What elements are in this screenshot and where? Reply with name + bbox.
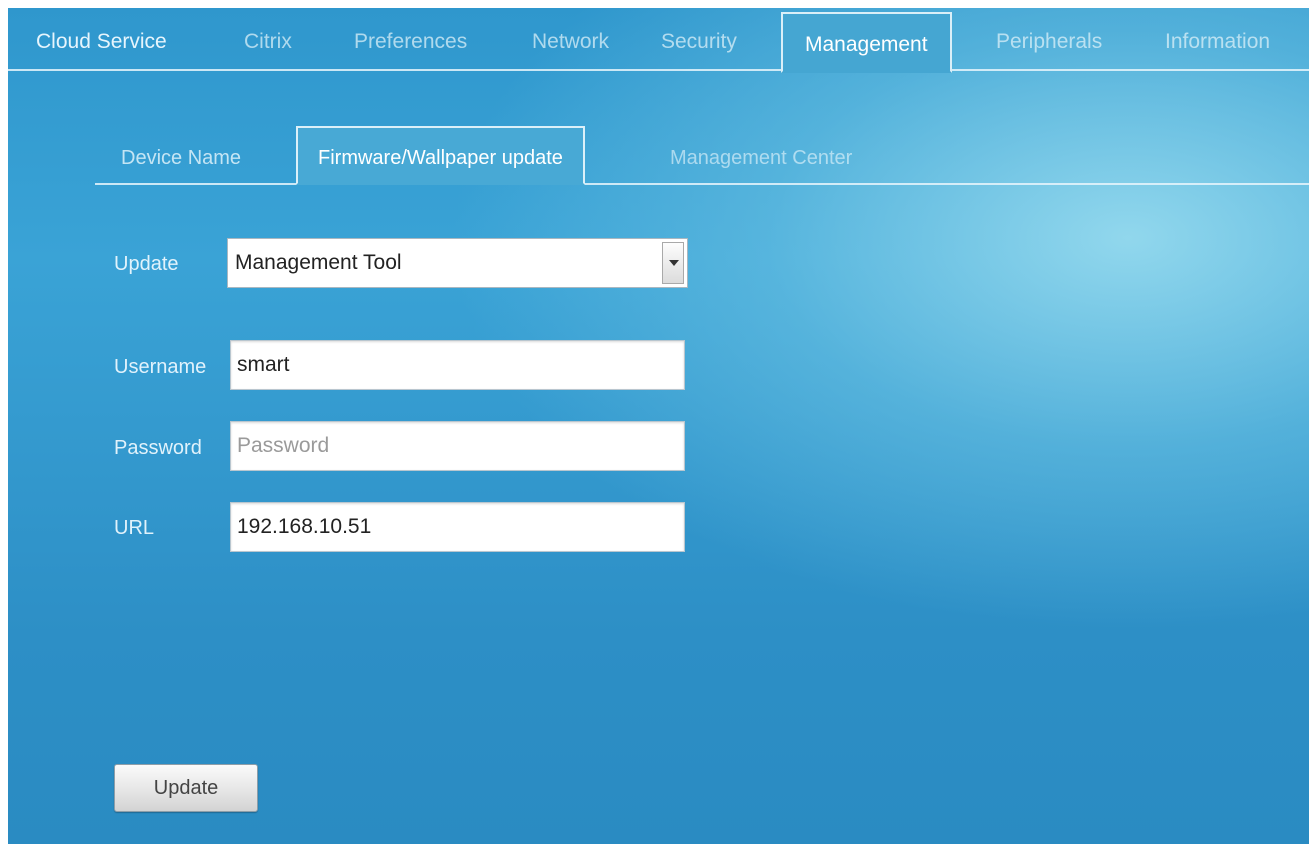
password-label: Password: [114, 437, 202, 459]
update-button[interactable]: Update: [114, 764, 258, 812]
update-label: Update: [114, 253, 179, 275]
url-label: URL: [114, 517, 155, 539]
tab-preferences[interactable]: Preferences: [354, 8, 467, 71]
sub-tab-bar: Device Name Firmware/Wallpaper update Ma…: [95, 126, 1309, 185]
tab-security[interactable]: Security: [661, 8, 737, 71]
subtab-device-name[interactable]: Device Name: [121, 126, 241, 185]
tab-network[interactable]: Network: [532, 8, 609, 71]
tab-cloud-service[interactable]: Cloud Service: [36, 8, 167, 71]
tab-peripherals[interactable]: Peripherals: [996, 8, 1102, 71]
tab-information[interactable]: Information: [1165, 8, 1270, 71]
update-select[interactable]: Management Tool: [227, 238, 688, 288]
subtab-firmware-wallpaper-update[interactable]: Firmware/Wallpaper update: [296, 126, 585, 185]
settings-panel: Cloud Service Citrix Preferences Network…: [8, 8, 1309, 844]
subtab-management-center[interactable]: Management Center: [670, 126, 852, 185]
chevron-down-icon[interactable]: [662, 242, 684, 284]
password-field[interactable]: [230, 421, 685, 471]
username-label: Username: [114, 356, 207, 378]
tab-citrix[interactable]: Citrix: [244, 8, 292, 71]
url-field[interactable]: [230, 502, 685, 552]
username-field[interactable]: [230, 340, 685, 390]
tab-management[interactable]: Management: [781, 12, 952, 73]
update-select-value: Management Tool: [235, 251, 402, 274]
top-tab-bar: Cloud Service Citrix Preferences Network…: [8, 8, 1309, 73]
